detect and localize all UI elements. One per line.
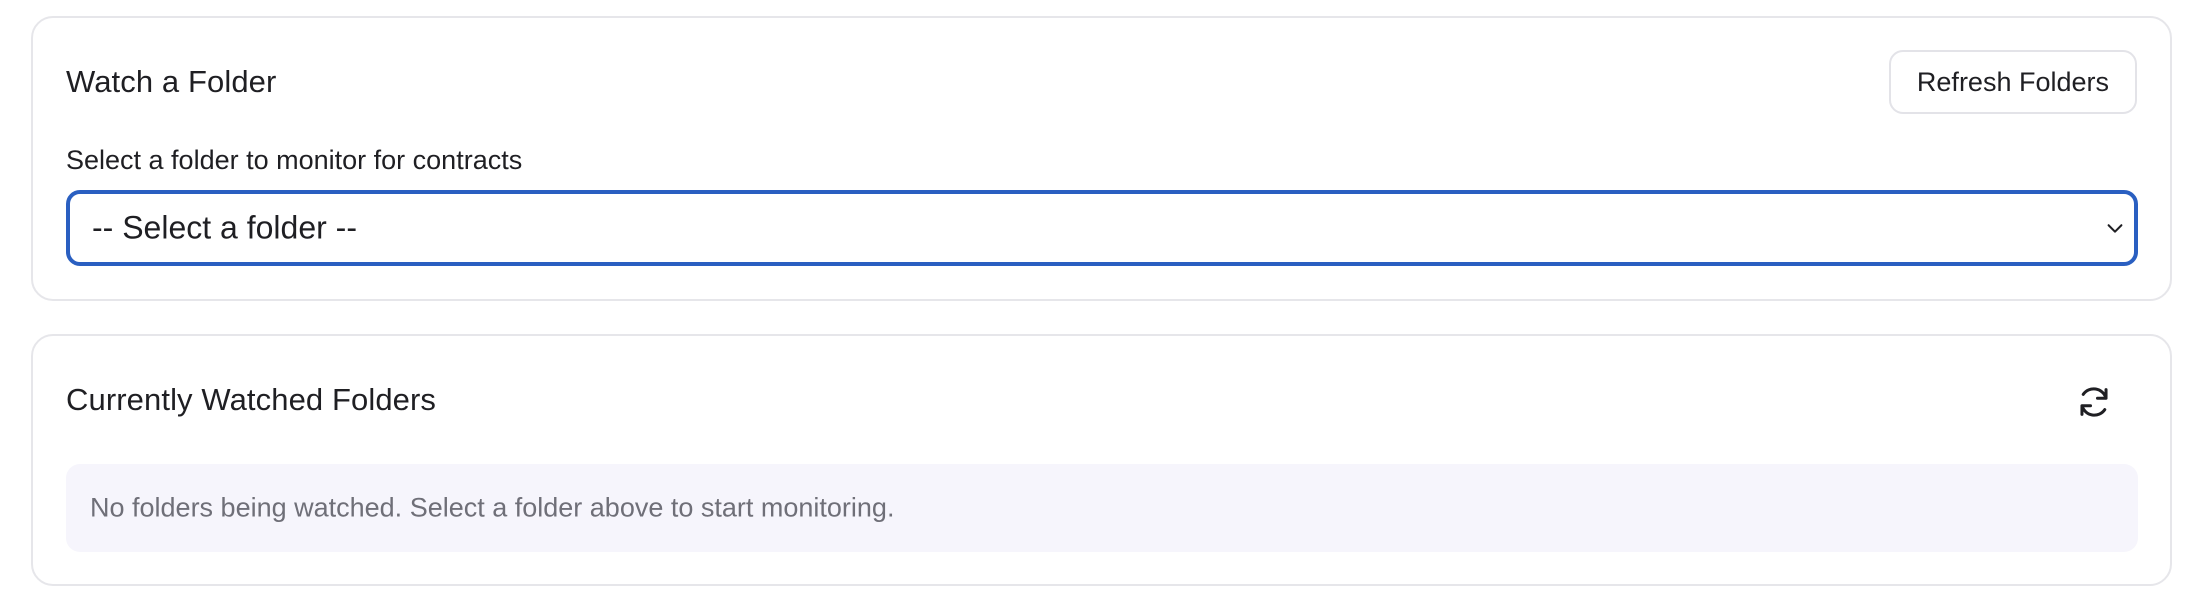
folder-select[interactable]: -- Select a folder -- xyxy=(66,190,2138,266)
empty-state: No folders being watched. Select a folde… xyxy=(66,464,2138,552)
chevron-down-icon xyxy=(2107,224,2123,233)
folder-select-value: -- Select a folder -- xyxy=(92,209,357,246)
watch-folder-title: Watch a Folder xyxy=(66,64,277,99)
watched-folders-title: Currently Watched Folders xyxy=(66,382,437,417)
refresh-folders-button[interactable]: Refresh Folders xyxy=(1888,50,2137,114)
watch-folder-card: Watch a Folder Refresh Folders Select a … xyxy=(31,16,2172,301)
empty-state-message: No folders being watched. Select a folde… xyxy=(90,492,895,523)
folder-select-label: Select a folder to monitor for contracts xyxy=(66,145,523,175)
sync-icon[interactable] xyxy=(2075,383,2113,421)
watched-folders-card: Currently Watched Folders No folders bei… xyxy=(31,334,2172,586)
